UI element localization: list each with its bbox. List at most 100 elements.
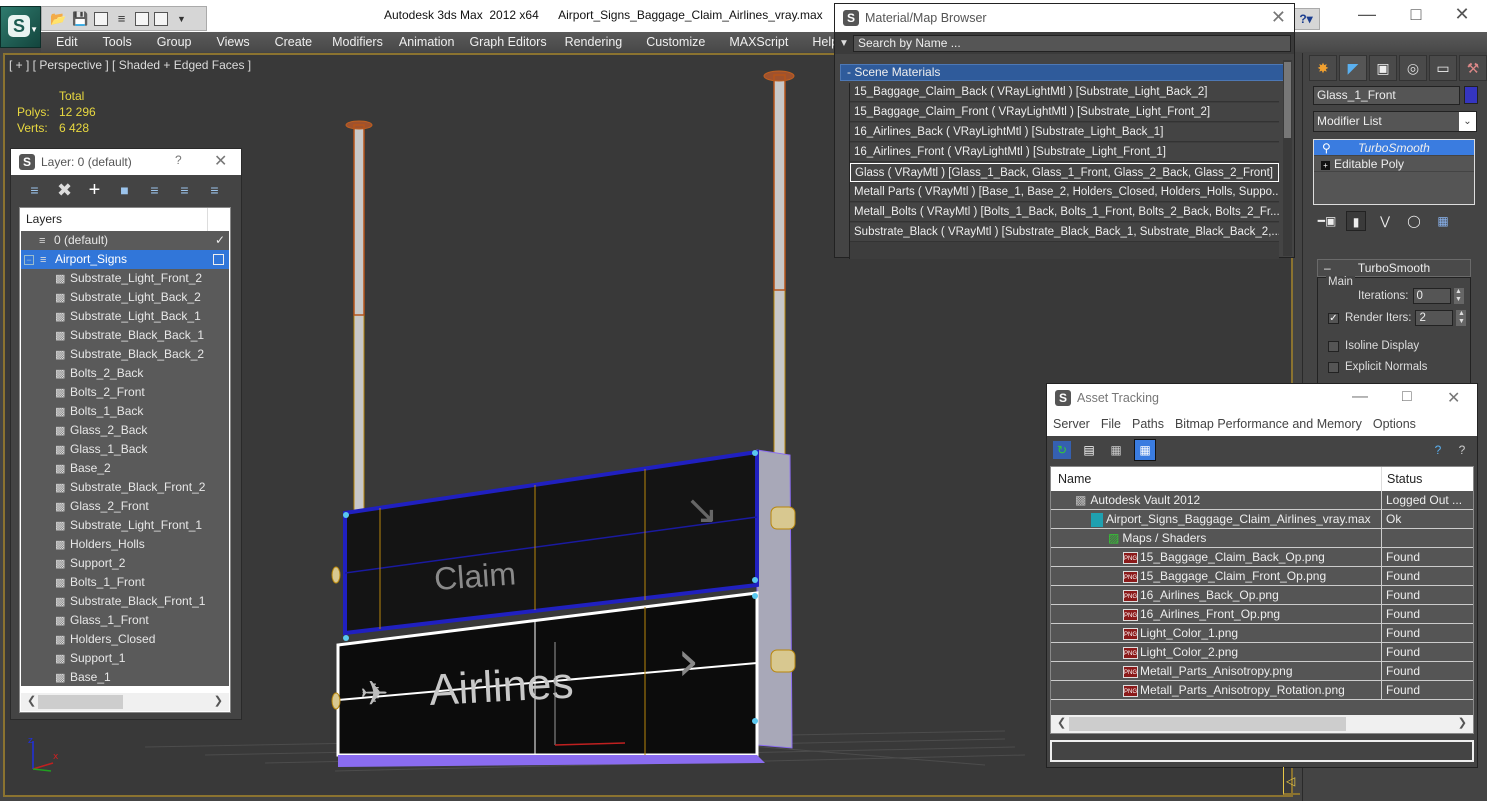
layer-object-row[interactable]: ▩ Support_2 bbox=[21, 554, 229, 573]
layer-object-row[interactable]: ▩ Substrate_Light_Back_1 bbox=[21, 307, 229, 326]
time-slider-toggle-icon[interactable]: ◁ bbox=[1283, 767, 1300, 795]
maximize-button[interactable]: □ bbox=[1396, 4, 1436, 25]
save-icon[interactable]: 💾 bbox=[72, 11, 89, 27]
display-tab-icon[interactable]: ▭ bbox=[1429, 55, 1457, 81]
asset-tracking-titlebar[interactable]: S Asset Tracking — □ ✕ bbox=[1047, 384, 1477, 412]
app-menu-button[interactable]: S ▼ bbox=[0, 6, 41, 48]
layer-row-airport-signs[interactable]: − ≡ Airport_Signs bbox=[21, 250, 229, 269]
make-unique-icon[interactable]: ⋁ bbox=[1375, 211, 1395, 231]
dropdown-icon[interactable]: ▼ bbox=[173, 11, 190, 27]
collapse-icon[interactable]: − bbox=[24, 255, 34, 265]
asset-table-hscrollbar[interactable]: ❮ ❯ bbox=[1051, 715, 1473, 733]
asset-row[interactable]: PNG 16_Airlines_Back_Op.png Found bbox=[1051, 586, 1473, 605]
layer-object-row[interactable]: ▩ Bolts_1_Back bbox=[21, 402, 229, 421]
asset-row[interactable]: PNG Metall_Parts_Anisotropy_Rotation.png F… bbox=[1051, 681, 1473, 700]
create-layer-icon[interactable]: ≡ bbox=[25, 181, 44, 200]
iterations-spinner[interactable]: 0 bbox=[1412, 288, 1451, 304]
material-browser-titlebar[interactable]: S Material/Map Browser ✕ bbox=[835, 4, 1294, 32]
render-iters-spinner[interactable]: 2 bbox=[1415, 310, 1454, 326]
table-view-icon[interactable]: ▦ bbox=[1134, 439, 1156, 461]
material-item[interactable]: 16_Airlines_Front ( VRayLightMtl ) [Subs… bbox=[850, 143, 1279, 162]
current-layer-check-icon[interactable]: ✓ bbox=[215, 231, 225, 250]
asset-row[interactable]: ▨ Maps / Shaders bbox=[1051, 529, 1473, 548]
options-dropdown-icon[interactable]: ▼ bbox=[839, 38, 853, 49]
layers-column-header[interactable]: Layers bbox=[20, 208, 208, 231]
menu-paths[interactable]: Paths bbox=[1132, 417, 1164, 431]
thumbnail-view-icon[interactable]: ▦ bbox=[1107, 441, 1125, 459]
scroll-left-icon[interactable]: ❮ bbox=[27, 694, 36, 707]
hierarchy-tab-icon[interactable]: ▣ bbox=[1369, 55, 1397, 81]
minimize-button[interactable]: — bbox=[1347, 4, 1387, 25]
menu-animation[interactable]: Animation bbox=[399, 32, 455, 52]
close-icon[interactable]: ✕ bbox=[1447, 388, 1460, 408]
show-end-result-icon[interactable]: ▮ bbox=[1346, 211, 1366, 231]
layer-object-row[interactable]: ▩ Glass_2_Front bbox=[21, 497, 229, 516]
refresh-icon[interactable]: ↻ bbox=[1053, 441, 1071, 459]
create-tab-icon[interactable]: ✸ bbox=[1309, 55, 1337, 81]
menu-file[interactable]: File bbox=[1101, 417, 1121, 431]
layer-object-row[interactable]: ▩ Substrate_Black_Back_2 bbox=[21, 345, 229, 364]
turbosmooth-rollout-header[interactable]: – TurboSmooth bbox=[1317, 259, 1471, 277]
material-item[interactable]: 15_Baggage_Claim_Front ( VRayLightMtl ) … bbox=[850, 103, 1279, 122]
layer-properties-icon[interactable]: ≡ bbox=[205, 181, 224, 200]
open-icon[interactable]: 📂 bbox=[50, 11, 67, 27]
select-layer-icon[interactable]: ≡ bbox=[145, 181, 164, 200]
asset-row[interactable]: ▩ Autodesk Vault 2012 Logged Out ... bbox=[1051, 491, 1473, 510]
asset-row[interactable]: PNG Metall_Parts_Anisotropy.png Found bbox=[1051, 662, 1473, 681]
layer-object-row[interactable]: ▩ Substrate_Light_Front_2 bbox=[21, 269, 229, 288]
menu-options[interactable]: Options bbox=[1373, 417, 1416, 431]
menu-edit[interactable]: Edit bbox=[56, 32, 78, 52]
asset-row[interactable]: Airport_Signs_Baggage_Claim_Airlines_vra… bbox=[1051, 510, 1473, 529]
layer-object-row[interactable]: ▩ Bolts_2_Front bbox=[21, 383, 229, 402]
layer-object-row[interactable]: ▩ Substrate_Light_Front_1 bbox=[21, 516, 229, 535]
spinner-arrows-icon[interactable]: ▲ ▼ bbox=[1456, 310, 1467, 326]
object-name-field[interactable]: Glass_1_Front bbox=[1313, 86, 1460, 105]
help-button[interactable]: ?▾ bbox=[1292, 8, 1320, 30]
window-icon[interactable] bbox=[135, 11, 149, 26]
menu-bitmap-performance[interactable]: Bitmap Performance and Memory bbox=[1175, 417, 1362, 431]
scroll-right-icon[interactable]: ❯ bbox=[1458, 716, 1467, 729]
render-iters-checkbox[interactable]: ✓ bbox=[1328, 312, 1339, 324]
layer-list-hscrollbar[interactable]: ❮ ❯ bbox=[21, 693, 229, 711]
scroll-thumb[interactable] bbox=[1069, 717, 1346, 731]
layer-object-row[interactable]: ▩ Substrate_Black_Back_1 bbox=[21, 326, 229, 345]
stack-item-editable-poly[interactable]: + Editable Poly bbox=[1314, 156, 1474, 172]
isoline-display-checkbox[interactable] bbox=[1328, 340, 1339, 352]
scroll-right-icon[interactable]: ❯ bbox=[214, 694, 223, 707]
layer-object-row[interactable]: ▩ Glass_1_Front bbox=[21, 611, 229, 630]
layer-object-row[interactable]: ▩ Bolts_2_Back bbox=[21, 364, 229, 383]
object-color-swatch[interactable] bbox=[1464, 86, 1478, 104]
layer-object-row[interactable]: ▩ Base_2 bbox=[21, 459, 229, 478]
add-to-layer-icon[interactable]: + bbox=[85, 180, 104, 200]
asset-row[interactable]: PNG 16_Airlines_Front_Op.png Found bbox=[1051, 605, 1473, 624]
material-item[interactable]: Glass ( VRayMtl ) [Glass_1_Back, Glass_1… bbox=[850, 163, 1279, 182]
layer-object-row[interactable]: ▩ Glass_2_Back bbox=[21, 421, 229, 440]
layer-object-row[interactable]: ▩ Substrate_Black_Front_2 bbox=[21, 478, 229, 497]
menu-maxscript[interactable]: MAXScript bbox=[729, 32, 788, 52]
menu-create[interactable]: Create bbox=[275, 32, 313, 52]
layer-panel-titlebar[interactable]: S Layer: 0 (default) ? ✕ bbox=[11, 149, 241, 175]
scene-materials-group[interactable]: - Scene Materials bbox=[840, 64, 1285, 81]
scroll-thumb[interactable] bbox=[1284, 62, 1291, 138]
lightbulb-icon[interactable]: ⚲ bbox=[1322, 140, 1331, 156]
pin-stack-icon[interactable]: ━▣ bbox=[1317, 211, 1337, 231]
modifier-list-dropdown[interactable]: Modifier List ⌄ bbox=[1313, 111, 1477, 132]
list-view-icon[interactable]: ▤ bbox=[1080, 441, 1098, 459]
layer-object-row[interactable]: ▩ Substrate_Light_Back_2 bbox=[21, 288, 229, 307]
context-help-icon[interactable]: ? bbox=[1453, 441, 1471, 459]
menu-graph-editors[interactable]: Graph Editors bbox=[469, 32, 546, 52]
highlight-layer-icon[interactable]: ≡ bbox=[175, 181, 194, 200]
project-icon[interactable]: ≡ bbox=[113, 11, 130, 27]
select-objects-icon[interactable]: ■ bbox=[115, 181, 134, 200]
layer-object-row[interactable]: ▩ Bolts_1_Front bbox=[21, 573, 229, 592]
menu-rendering[interactable]: Rendering bbox=[565, 32, 623, 52]
menu-group[interactable]: Group bbox=[157, 32, 192, 52]
layer-object-row[interactable]: ▩ Holders_Holls bbox=[21, 535, 229, 554]
layer-object-row[interactable]: ▩ Support_1 bbox=[21, 649, 229, 668]
help-icon[interactable]: ? bbox=[175, 153, 182, 167]
modify-tab-icon[interactable]: ◤ bbox=[1339, 55, 1367, 81]
motion-tab-icon[interactable]: ◎ bbox=[1399, 55, 1427, 81]
asset-row[interactable]: PNG 15_Baggage_Claim_Back_Op.png Found bbox=[1051, 548, 1473, 567]
menu-modifiers[interactable]: Modifiers bbox=[332, 32, 383, 52]
close-button[interactable]: ✕ bbox=[1442, 4, 1482, 25]
